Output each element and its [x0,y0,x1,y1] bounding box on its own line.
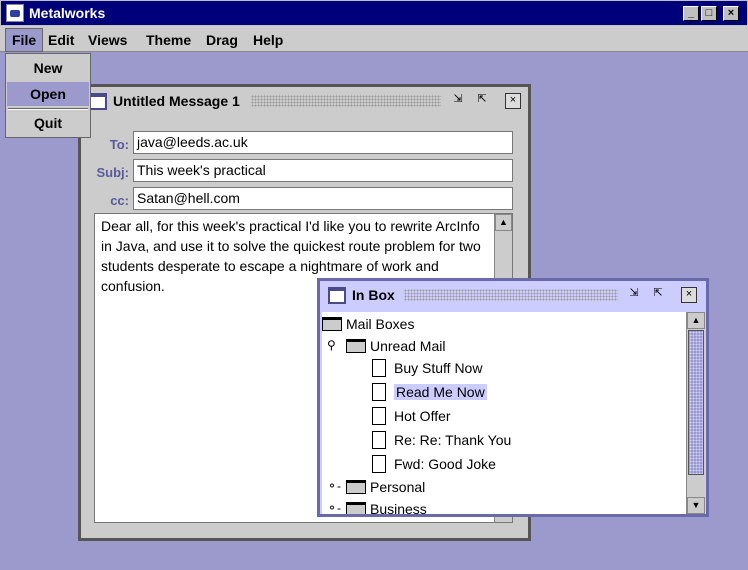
tree-node-mail-boxes[interactable]: Mail Boxes [322,314,414,334]
document-icon [372,431,386,449]
to-field[interactable]: java@leeds.ac.uk [133,131,513,154]
iconify-button[interactable]: ⇲ [450,93,466,109]
tree-node-message-selected[interactable]: Read Me Now [372,382,487,402]
collapsed-toggle-icon[interactable]: ⚬- [327,479,341,493]
iconify-button[interactable]: ⇲ [626,287,642,303]
inbox-scrollbar[interactable]: ▲ ▼ [686,312,705,514]
app-icon [6,4,24,22]
app-title: Metalworks [29,5,106,21]
tree-node-business[interactable]: Business [346,499,427,514]
close-button[interactable]: × [505,93,521,109]
menu-item-quit[interactable]: Quit [7,111,89,135]
minimize-button[interactable]: _ [683,6,699,21]
maximize-button[interactable]: ⇱ [474,93,490,109]
menu-views[interactable]: Views [83,30,132,50]
cc-field[interactable]: Satan@hell.com [133,187,513,210]
title-grip [251,95,441,107]
inbox-window: In Box ⇲ ⇱ × Mail Boxes ⚲ Unread Mail Bu… [317,278,709,517]
tree-node-message[interactable]: Fwd: Good Joke [372,454,496,474]
close-button[interactable]: × [723,6,739,21]
message-window-title: Untitled Message 1 [113,93,240,109]
subj-label: Subj: [96,165,130,180]
menubar: File Edit Views Theme Drag Help [0,26,748,52]
mail-tree[interactable]: Mail Boxes ⚲ Unread Mail Buy Stuff Now R… [322,312,686,514]
folder-icon [346,339,366,353]
menu-file[interactable]: File [5,28,44,52]
document-icon [372,407,386,425]
folder-icon [322,317,342,331]
tree-node-message[interactable]: Buy Stuff Now [372,358,482,378]
folder-icon [346,502,366,514]
tree-node-message[interactable]: Re: Re: Thank You [372,430,511,450]
inbox-title: In Box [352,287,395,303]
window-icon [89,93,107,110]
message-window-title-bar[interactable]: Untitled Message 1 ⇲ ⇱ × [81,87,528,115]
collapsed-toggle-icon[interactable]: ⚬- [327,501,341,514]
subject-field[interactable]: This week's practical [133,159,513,182]
maximize-button[interactable]: ⇱ [650,287,666,303]
inbox-title-bar[interactable]: In Box ⇲ ⇱ × [320,281,706,309]
scroll-down-icon[interactable]: ▼ [687,497,705,514]
title-grip [404,289,618,301]
tree-node-personal[interactable]: Personal [346,477,425,497]
menu-theme[interactable]: Theme [141,30,196,50]
maximize-button[interactable]: □ [701,6,717,21]
scroll-up-icon[interactable]: ▲ [495,214,512,231]
menu-edit[interactable]: Edit [43,30,79,50]
file-menu: New Open Quit [5,53,91,138]
menu-item-new[interactable]: New [7,56,89,80]
menu-help[interactable]: Help [248,30,288,50]
to-label: To: [109,137,129,152]
scroll-thumb[interactable] [688,330,704,475]
menu-item-open[interactable]: Open [7,82,89,106]
document-icon [372,455,386,473]
expanded-toggle-icon[interactable]: ⚲ [327,338,336,352]
app-title-bar: Metalworks _ □ × [0,0,748,26]
cc-label: cc: [110,193,129,208]
document-icon [372,383,386,401]
menu-separator [8,108,88,110]
folder-icon [346,480,366,494]
menu-drag[interactable]: Drag [201,30,243,50]
document-icon [372,359,386,377]
scroll-up-icon[interactable]: ▲ [687,312,705,329]
close-button[interactable]: × [681,287,697,303]
window-icon [328,287,346,304]
tree-node-unread-mail[interactable]: Unread Mail [346,336,445,356]
tree-node-message[interactable]: Hot Offer [372,406,451,426]
